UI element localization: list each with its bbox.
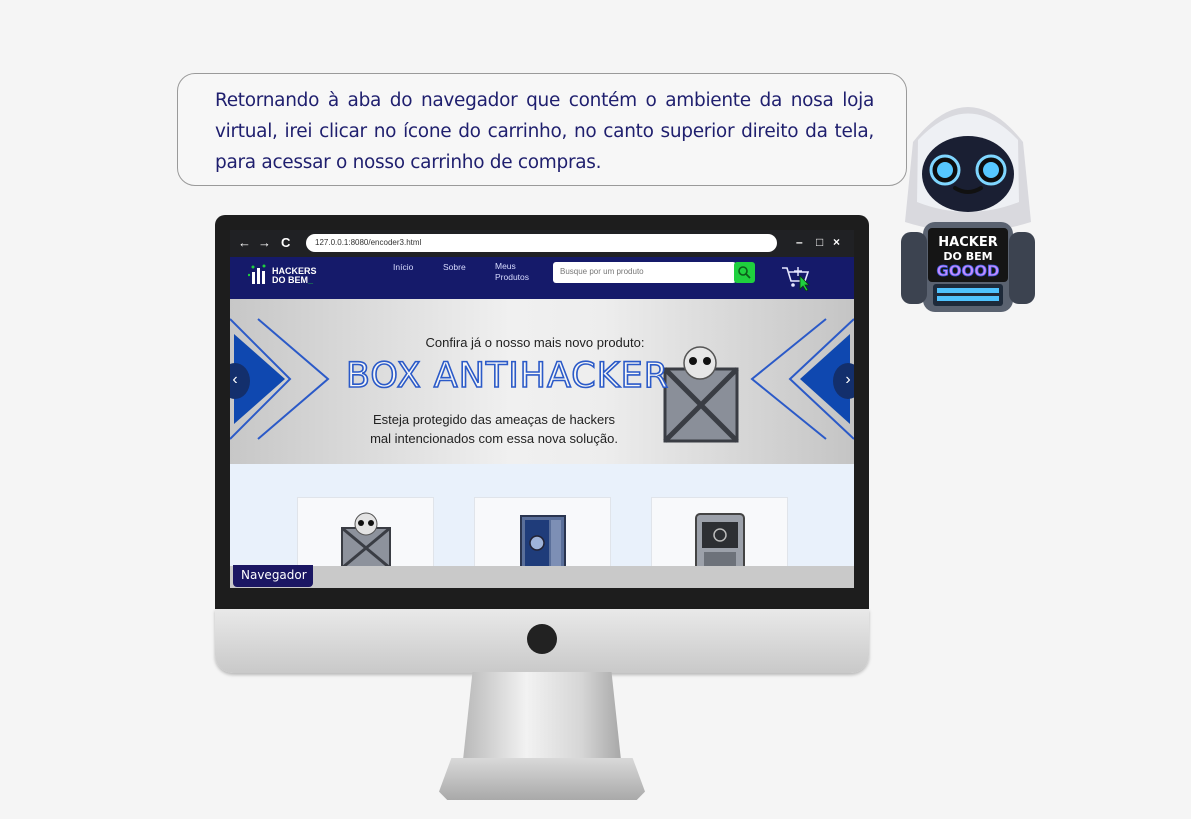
product-card[interactable]	[651, 497, 788, 577]
back-button[interactable]: ←	[238, 235, 251, 250]
minimize-button[interactable]: –	[796, 235, 803, 249]
banner-subtitle: Esteja protegido das ameaças de hackers …	[344, 410, 644, 448]
nav-meus-produtos[interactable]: Meus Produtos	[495, 261, 529, 283]
banner-sub-line1: Esteja protegido das ameaças de hackers	[372, 412, 616, 427]
hero-banner[interactable]: Confira já o nosso mais novo produto: BO…	[230, 299, 854, 464]
monitor-stand-neck	[463, 672, 621, 760]
banner-title: BOX ANTIHACKER	[345, 355, 670, 397]
box-antihacker-product-icon	[663, 346, 739, 443]
logo-text: HACKERS DO BEM_	[272, 267, 317, 285]
nav-produtos-label: Produtos	[495, 272, 530, 282]
product-card[interactable]	[474, 497, 611, 577]
forward-button[interactable]: →	[258, 235, 271, 250]
browser-screen: ← → C 127.0.0.1:8080/encoder3.html – □ ×…	[230, 230, 854, 588]
search-input[interactable]: Busque por um produto	[553, 262, 736, 283]
address-bar[interactable]: 127.0.0.1:8080/encoder3.html	[306, 234, 777, 252]
search-icon	[738, 266, 751, 279]
search-button[interactable]	[734, 262, 755, 283]
monitor-camera	[527, 624, 557, 654]
box-antihacker-icon	[341, 512, 391, 570]
site-header: HACKERS DO BEM_ Início Sobre Meus Produt…	[230, 257, 854, 299]
close-button[interactable]: ×	[833, 235, 840, 249]
mascot-badge-line1: HACKER	[938, 235, 997, 250]
banner-sub-line2: mal intencionados com essa nova solução.	[370, 431, 618, 446]
nav-meus-label: Meus	[495, 261, 516, 271]
browser-toolbar: ← → C 127.0.0.1:8080/encoder3.html – □ ×	[230, 230, 854, 257]
nav-sobre[interactable]: Sobre	[443, 262, 466, 273]
hacker-device-icon	[695, 513, 745, 570]
screen-bottom-bar	[230, 566, 854, 588]
banner-top-text: Confira já o nosso mais novo produto:	[425, 335, 645, 350]
narration-text: Retornando à aba do navegador que contém…	[215, 90, 874, 173]
product-card[interactable]	[297, 497, 434, 577]
mascot-badge-line3: GOOOD	[936, 262, 999, 280]
narration-bubble: Retornando à aba do navegador que contém…	[177, 73, 907, 186]
cursor-pointer-icon	[799, 275, 810, 291]
navegador-label: Navegador	[233, 565, 313, 587]
monitor-stand-base	[439, 758, 645, 800]
cart-icon[interactable]	[780, 263, 816, 291]
logo-cursor: _	[308, 275, 314, 285]
tutorial-slide: Retornando à aba do navegador que contém…	[0, 0, 1191, 819]
maximize-button[interactable]: □	[816, 235, 823, 249]
hacker-robot-mascot: HACKER DO BEM GOOOD	[901, 107, 1035, 312]
reload-button[interactable]: C	[281, 235, 290, 250]
logo-icon	[248, 264, 266, 284]
nav-inicio[interactable]: Início	[393, 262, 413, 273]
logo-line2: DO BEM	[272, 275, 308, 285]
safe-icon	[520, 515, 566, 570]
